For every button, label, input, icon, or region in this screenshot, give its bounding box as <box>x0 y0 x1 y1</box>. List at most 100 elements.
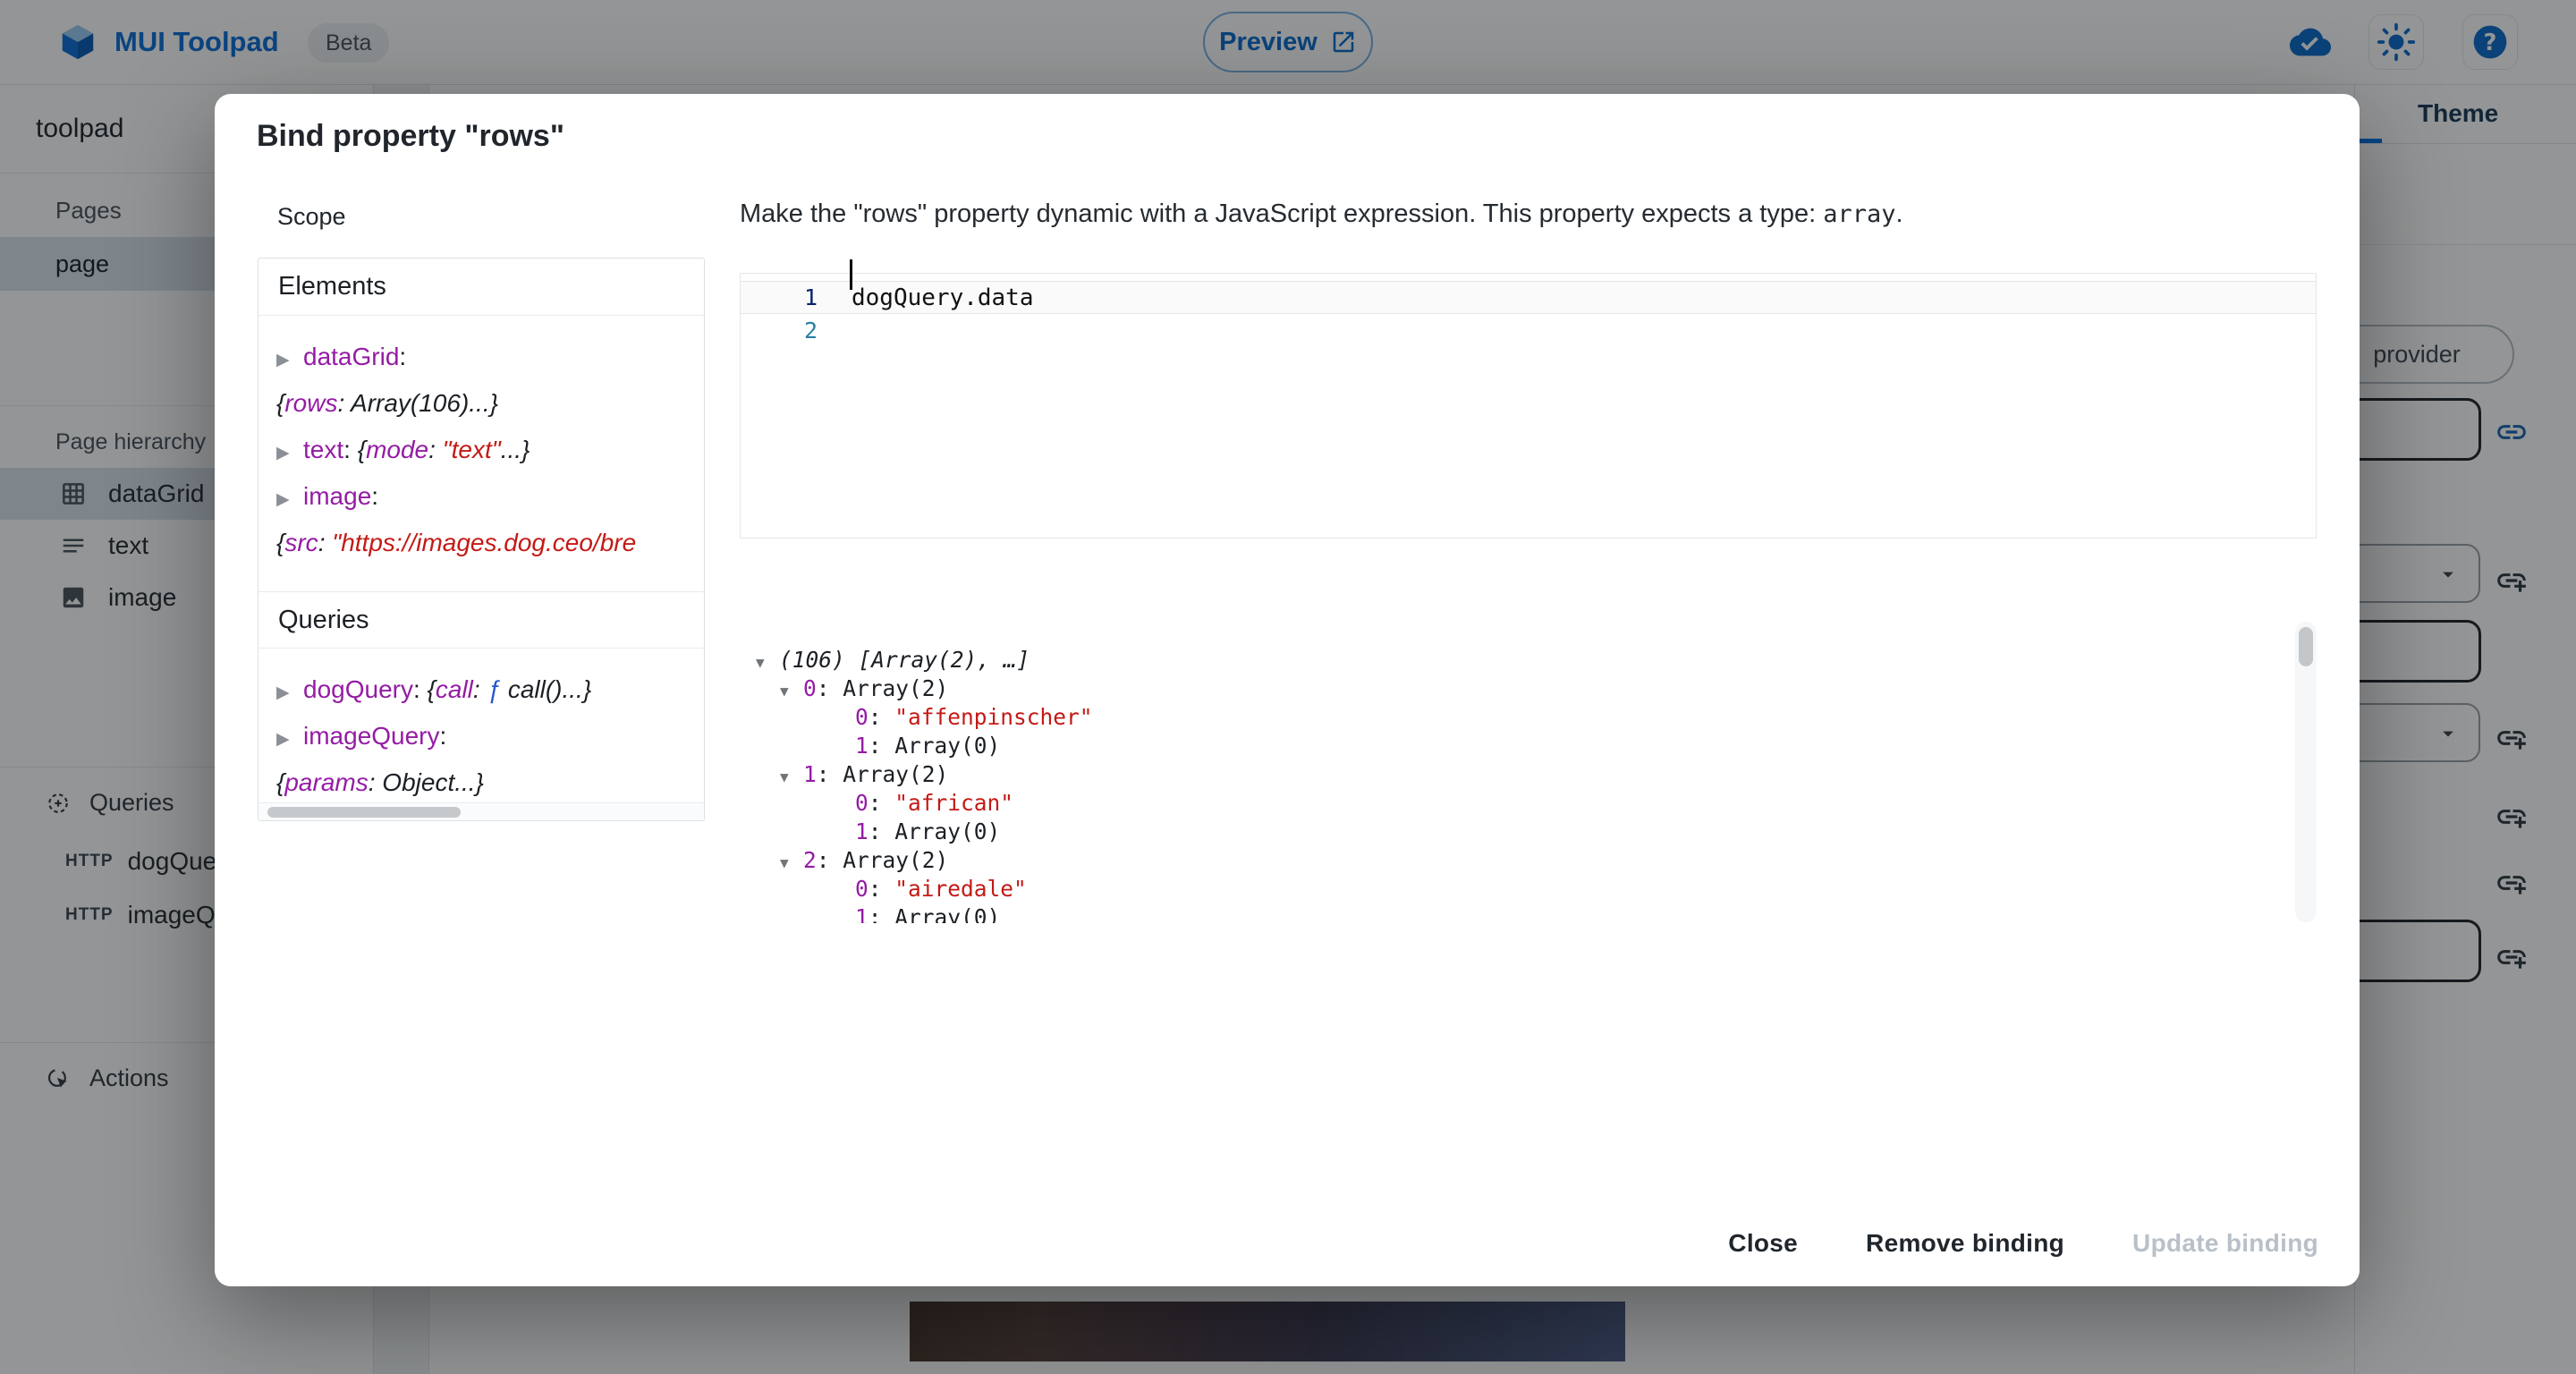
o-plain: : <box>817 675 843 701</box>
t-pvname: call <box>436 675 473 703</box>
scope-tree-line[interactable]: {params: Object...} <box>276 761 704 808</box>
scope-label: Scope <box>277 203 346 231</box>
o-val: Array(0) <box>894 818 1000 844</box>
line-number: 1 <box>741 284 841 310</box>
tri: ▶ <box>276 479 303 522</box>
result-tree-row[interactable]: 1: Array(0) <box>756 904 2276 923</box>
o-key: 1 <box>855 904 869 923</box>
result-tree-row[interactable]: 1: Array(0) <box>756 733 2276 761</box>
tri: ▶ <box>276 672 303 715</box>
o-tri: ▼ <box>780 678 803 704</box>
o-plain: : <box>869 818 895 844</box>
scope-browser: Elements▶dataGrid: {rows: Array(106)...}… <box>258 258 705 821</box>
js-expression-editor[interactable]: 1 dogQuery.data 2 <box>740 273 2317 539</box>
expression-result-inspector: ▼(106) [Array(2), …]▼0: Array(2) 0: "aff… <box>756 638 2276 923</box>
t-pvname: src <box>284 529 318 556</box>
t-name: image <box>303 482 371 510</box>
tri: ▶ <box>276 718 303 761</box>
expected-type: array <box>1823 200 1895 228</box>
result-scrollbar[interactable] <box>2295 622 2317 922</box>
scope-tree-line[interactable]: ▶imageQuery: <box>276 715 704 761</box>
o-tri <box>832 735 855 761</box>
result-tree-row[interactable]: ▼1: Array(2) <box>756 761 2276 790</box>
o-tri <box>832 907 855 923</box>
scope-tree-line[interactable]: ▶image: <box>276 475 704 522</box>
instruction-period: . <box>1895 199 1902 228</box>
t-pv: : <box>428 436 443 463</box>
dialog-actions: Close Remove binding Update binding <box>1705 1212 2342 1275</box>
result-tree-row[interactable]: ▼0: Array(2) <box>756 675 2276 704</box>
o-meta: (106) [Array(2), …] <box>779 647 1030 673</box>
t-name: text <box>303 436 343 463</box>
o-plain: : <box>869 876 895 902</box>
result-tree-row[interactable]: 0: "african" <box>756 790 2276 818</box>
o-val: Array(0) <box>894 904 1000 923</box>
dialog-title: Bind property "rows" <box>257 119 564 154</box>
t-pv: Array(106) <box>351 389 469 417</box>
o-plain: : <box>869 733 895 759</box>
t-pvname: mode <box>366 436 428 463</box>
line-number: 2 <box>741 318 841 344</box>
scope-tree-line[interactable]: ▶text: {mode: "text"...} <box>276 428 704 475</box>
close-button[interactable]: Close <box>1705 1212 1821 1275</box>
o-tri <box>832 793 855 818</box>
t-pv: : <box>473 675 487 703</box>
t-pv: { <box>428 675 436 703</box>
result-tree-row[interactable]: 0: "affenpinscher" <box>756 704 2276 733</box>
o-val: Array(2) <box>843 761 948 787</box>
t-pvstr: "https://images.dog.ceo/bre <box>332 529 636 556</box>
t-pv: ...} <box>501 436 530 463</box>
t-plain: : <box>343 436 358 463</box>
editor-code: dogQuery.data <box>841 284 1034 311</box>
t-pv: : <box>369 768 383 796</box>
o-key: 1 <box>855 818 869 844</box>
t-pv: call() <box>508 675 563 703</box>
editor-line[interactable]: 2 <box>741 314 2316 347</box>
o-val: Array(0) <box>894 733 1000 759</box>
remove-binding-button[interactable]: Remove binding <box>1843 1212 2088 1275</box>
tri: ▶ <box>276 432 303 475</box>
update-binding-button[interactable]: Update binding <box>2109 1212 2342 1275</box>
o-tri: ▼ <box>780 850 803 876</box>
scope-section-title: Elements <box>258 259 704 316</box>
bind-property-dialog: Bind property "rows" Scope Elements ▶data… <box>215 94 2360 1286</box>
t-pvname: params <box>284 768 368 796</box>
t-pv: { <box>358 436 366 463</box>
t-pv: : <box>337 389 351 417</box>
o-tri: ▼ <box>756 649 779 675</box>
t-plain: : <box>440 722 447 750</box>
scrollbar-thumb[interactable] <box>267 807 461 818</box>
scrollbar-thumb[interactable] <box>2299 627 2313 666</box>
scope-section-title: Queries <box>258 591 704 649</box>
result-tree-row[interactable]: 0: "airedale" <box>756 876 2276 904</box>
o-tri <box>832 707 855 733</box>
t-pv: { <box>276 529 284 556</box>
o-key: 2 <box>803 847 817 873</box>
o-tri: ▼ <box>780 764 803 790</box>
o-key: 0 <box>855 790 869 816</box>
o-key: 1 <box>855 733 869 759</box>
o-key: 0 <box>803 675 817 701</box>
o-plain: : <box>869 904 895 923</box>
scope-tree-line[interactable]: {src: "https://images.dog.ceo/bre <box>276 522 704 568</box>
scope-tree-line[interactable]: ▶dataGrid: <box>276 335 704 382</box>
scope-section-body: ▶dogQuery: {call: ƒ call()...}▶imageQuer… <box>258 649 704 821</box>
binding-instruction: Make the "rows" property dynamic with a … <box>740 199 1903 229</box>
o-plain: : <box>869 704 895 730</box>
t-pvname: rows <box>284 389 337 417</box>
editor-line[interactable]: 1 dogQuery.data <box>741 281 2316 314</box>
o-key: 1 <box>803 761 817 787</box>
scope-horizontal-scrollbar[interactable] <box>258 802 704 820</box>
scope-tree-line[interactable]: ▶dogQuery: {call: ƒ call()...} <box>276 668 704 715</box>
tri: ▶ <box>276 339 303 382</box>
t-plain: : <box>371 482 378 510</box>
result-tree-row[interactable]: 1: Array(0) <box>756 818 2276 847</box>
scope-section-body: ▶dataGrid: {rows: Array(106)...}▶text: {… <box>258 316 704 591</box>
result-tree-row[interactable]: ▼2: Array(2) <box>756 847 2276 876</box>
o-key: 0 <box>855 704 869 730</box>
instruction-text: Make the "rows" property dynamic with a … <box>740 199 1823 228</box>
o-str: "affenpinscher" <box>894 704 1092 730</box>
result-tree-row[interactable]: ▼(106) [Array(2), …] <box>756 647 2276 675</box>
o-plain: : <box>817 847 843 873</box>
scope-tree-line[interactable]: {rows: Array(106)...} <box>276 382 704 428</box>
